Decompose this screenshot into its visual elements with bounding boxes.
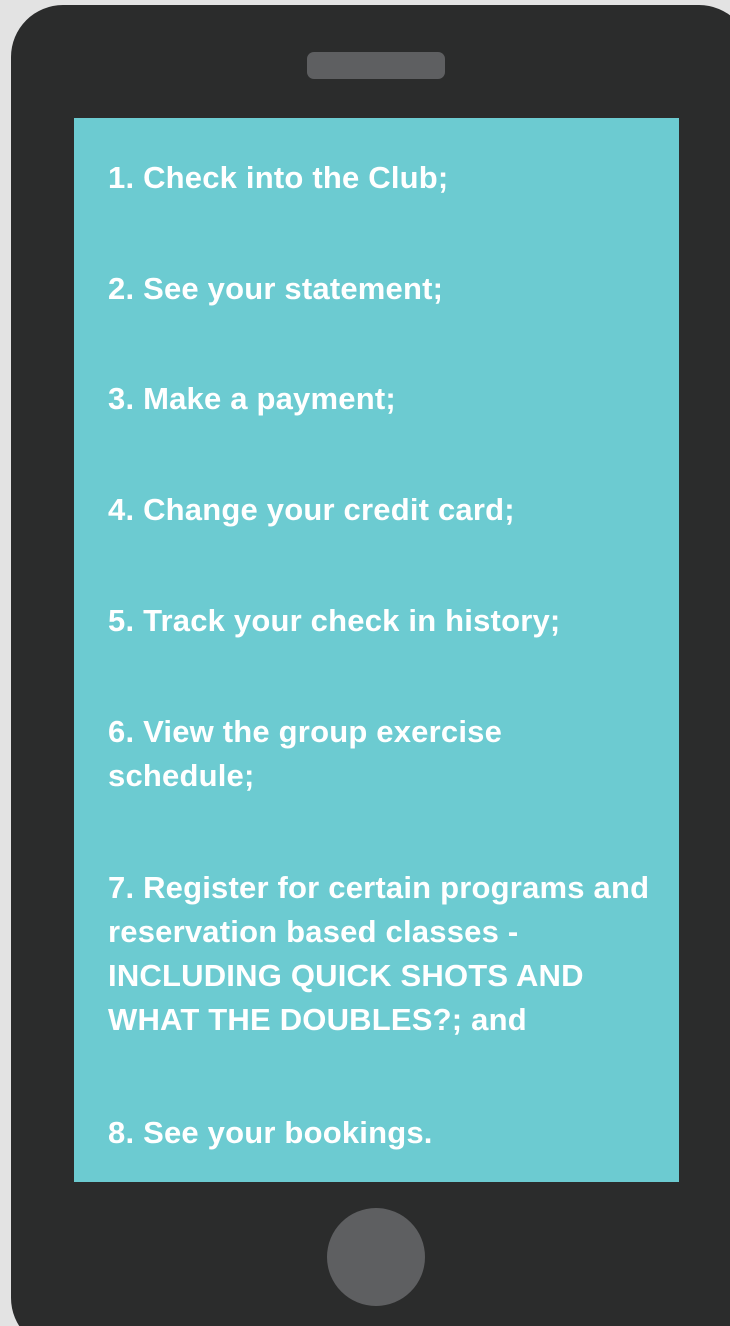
phone-screen: 1. Check into the Club; 2. See your stat… xyxy=(74,118,679,1182)
feature-item-1: 1. Check into the Club; xyxy=(108,160,449,195)
feature-item-5: 5. Track your check in history; xyxy=(108,603,561,638)
feature-item-6: 6. View the group exercise schedule; xyxy=(108,714,503,793)
feature-item-3: 3. Make a payment; xyxy=(108,381,396,416)
feature-item-7: 7. Register for certain programs and res… xyxy=(108,870,650,1037)
feature-item-4: 4. Change your credit card; xyxy=(108,492,515,527)
phone-frame: 1. Check into the Club; 2. See your stat… xyxy=(11,5,730,1326)
home-button-icon[interactable] xyxy=(327,1208,425,1306)
feature-item-2: 2. See your statement; xyxy=(108,271,444,306)
speaker-grille-icon xyxy=(307,52,445,79)
feature-item-8: 8. See your bookings. xyxy=(108,1115,433,1150)
